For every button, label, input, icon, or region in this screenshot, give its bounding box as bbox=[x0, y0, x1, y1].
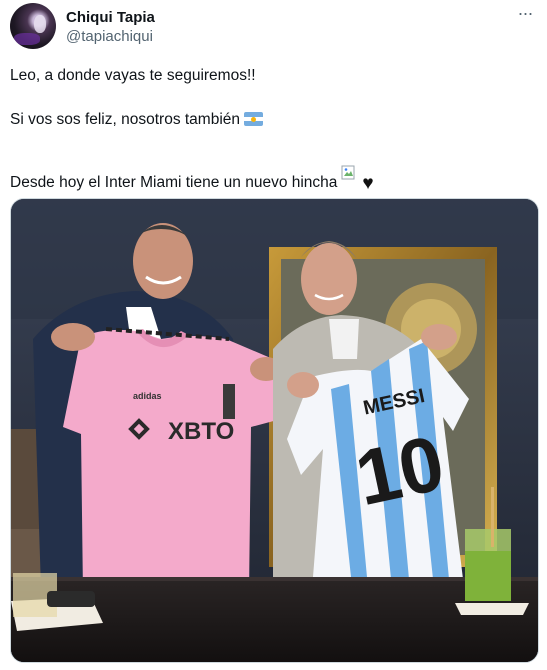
tweet-line-1: Leo, a donde vayas te seguiremos!! bbox=[10, 67, 256, 84]
tweet-photo[interactable]: adidas XBTO MESSI 10 bbox=[10, 198, 539, 663]
photo-scene: adidas XBTO MESSI 10 bbox=[11, 199, 538, 662]
author-name[interactable]: Chiqui Tapia bbox=[66, 9, 155, 27]
more-dots-icon[interactable]: ··· bbox=[515, 4, 535, 24]
argentina-flag-icon bbox=[244, 112, 264, 126]
tweet-line-3: Desde hoy el Inter Miami tiene un nuevo … bbox=[10, 165, 374, 193]
tweet-line-2: Si vos sos feliz, nosotros también bbox=[10, 110, 264, 130]
black-heart-icon: ♥ bbox=[362, 173, 374, 194]
broken-image-icon bbox=[341, 165, 357, 181]
tweet-line-3-text: Desde hoy el Inter Miami tiene un nuevo … bbox=[10, 174, 338, 191]
pink-shirt-brand: adidas bbox=[133, 391, 162, 401]
pink-shirt-sponsor: XBTO bbox=[168, 418, 234, 445]
tweet-line-2-text: Si vos sos feliz, nosotros también bbox=[10, 111, 241, 128]
author-avatar[interactable] bbox=[10, 3, 56, 49]
white-shirt-number: 10 bbox=[348, 418, 451, 522]
author-handle[interactable]: @tapiachiqui bbox=[66, 28, 153, 46]
